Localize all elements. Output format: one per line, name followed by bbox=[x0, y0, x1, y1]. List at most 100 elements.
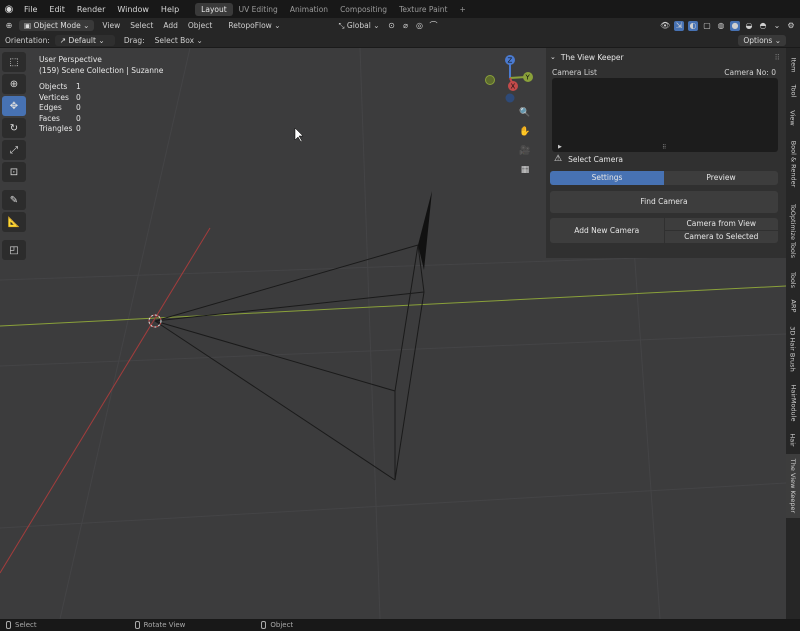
tab-preview[interactable]: Preview bbox=[664, 171, 778, 185]
gizmo-neg-y-axis[interactable] bbox=[485, 75, 495, 85]
zoom-icon[interactable]: 🔍 bbox=[517, 105, 533, 121]
menu-edit[interactable]: Edit bbox=[43, 5, 71, 14]
measure-tool-icon[interactable]: 📐 bbox=[2, 212, 26, 232]
top-menu-bar: ◉ File Edit Render Window Help Layout UV… bbox=[0, 0, 800, 18]
shading-material-icon[interactable]: ◒ bbox=[744, 21, 754, 31]
sidebar-tab-hair[interactable]: Hair bbox=[786, 430, 800, 450]
retopoflow-menu[interactable]: RetopoFlow ⌄ bbox=[223, 21, 285, 30]
stat-value: 0 bbox=[76, 92, 81, 102]
x-axis-line bbox=[0, 227, 211, 574]
rotate-tool-icon[interactable]: ↻ bbox=[2, 118, 26, 138]
retopoflow-label: RetopoFlow bbox=[228, 21, 272, 30]
sidebar-tab-label: Hair bbox=[788, 433, 797, 447]
annotate-tool-icon[interactable]: ✎ bbox=[2, 190, 26, 210]
sidebar-tab-tooptimize[interactable]: ToOptimize Tools bbox=[786, 198, 800, 264]
stat-value: 0 bbox=[76, 124, 81, 134]
add-cube-tool-icon[interactable]: ◰ bbox=[2, 240, 26, 260]
orientation-dropdown[interactable]: ↗ Default ⌄ bbox=[54, 34, 115, 46]
sidebar-tab-item[interactable]: Item bbox=[786, 54, 800, 76]
editor-settings-icon[interactable]: ⚙ bbox=[786, 21, 796, 31]
shading-options-icon[interactable]: ⌄ bbox=[772, 21, 782, 31]
camera-list[interactable]: ▶ ⠿ bbox=[552, 78, 778, 152]
transform-orientation-label: Global bbox=[346, 20, 371, 30]
viewport-header: ⊕ ▣ Object Mode ⌄ View Select Add Object… bbox=[0, 18, 800, 33]
add-new-camera-button[interactable]: Add New Camera bbox=[550, 218, 664, 243]
visibility-icon[interactable]: 👁 bbox=[660, 21, 670, 31]
sidebar-tab-bool-render[interactable]: Bool & Render bbox=[786, 136, 800, 192]
pivot-point-icon[interactable]: ⊙ bbox=[387, 21, 397, 31]
sidebar-tab-arp[interactable]: ARP bbox=[786, 296, 800, 316]
warning-text: Select Camera bbox=[568, 154, 624, 164]
sidebar-tab-label: Bool & Render bbox=[789, 140, 797, 188]
workspace-tab-layout[interactable]: Layout bbox=[195, 2, 233, 16]
add-workspace-button[interactable]: + bbox=[453, 3, 471, 16]
workspace-tab-uv-editing[interactable]: UV Editing bbox=[233, 3, 284, 16]
proportional-editing-icon[interactable]: ◎ bbox=[415, 21, 425, 31]
snap-icon[interactable]: ⌀ bbox=[401, 21, 411, 31]
camera-from-view-button[interactable]: Camera from View bbox=[664, 218, 778, 230]
sidebar-tab-tool[interactable]: Tool bbox=[786, 80, 800, 102]
xray-icon[interactable]: ▢ bbox=[702, 21, 712, 31]
shading-solid-icon[interactable]: ● bbox=[730, 20, 740, 31]
camera-wireframe bbox=[154, 244, 425, 481]
view-keeper-panel: ⌄ The View Keeper ⠿ Camera List Camera N… bbox=[546, 48, 786, 258]
scale-tool-icon[interactable]: ⤢ bbox=[2, 140, 26, 160]
workspace-tab-animation[interactable]: Animation bbox=[284, 3, 334, 16]
header-menu-object[interactable]: Object bbox=[183, 21, 217, 30]
tool-settings-bar: Orientation: ↗ Default ⌄ Drag: Select Bo… bbox=[0, 33, 800, 48]
gizmo-neg-z-axis[interactable] bbox=[505, 93, 515, 103]
header-menu-select[interactable]: Select bbox=[125, 21, 158, 30]
warning-icon: ⚠ bbox=[554, 154, 563, 164]
gizmo-toggle-icon[interactable]: ⇲ bbox=[674, 20, 684, 31]
tab-settings[interactable]: Settings bbox=[550, 171, 664, 185]
find-camera-button[interactable]: Find Camera bbox=[550, 191, 778, 213]
falloff-icon[interactable]: ⌒ bbox=[429, 21, 439, 31]
overlays-icon[interactable]: ◐ bbox=[688, 20, 698, 31]
transform-tool-icon[interactable]: ⊡ bbox=[2, 162, 26, 182]
menu-window[interactable]: Window bbox=[111, 5, 155, 14]
camera-view-icon[interactable]: 🎥 bbox=[517, 143, 533, 159]
navigation-gizmo[interactable]: Z Y X bbox=[480, 52, 540, 104]
list-resize-handle-icon[interactable]: ⠿ bbox=[662, 144, 666, 151]
sidebar-tab-3d-hair-brush[interactable]: 3D Hair Brush bbox=[786, 322, 800, 376]
workspace-tab-compositing[interactable]: Compositing bbox=[334, 3, 393, 16]
blender-logo-icon[interactable]: ◉ bbox=[0, 4, 18, 15]
mode-dropdown[interactable]: ▣ Object Mode ⌄ bbox=[19, 20, 95, 31]
shading-rendered-icon[interactable]: ◓ bbox=[758, 21, 768, 31]
select-box-tool-icon[interactable]: ⬚ bbox=[2, 52, 26, 72]
sidebar-tab-the-view-keeper[interactable]: The View Keeper bbox=[786, 454, 800, 518]
drag-dropdown[interactable]: Select Box ⌄ bbox=[150, 36, 208, 45]
options-dropdown[interactable]: Options ⌄ bbox=[738, 34, 786, 46]
shading-wireframe-icon[interactable]: ◍ bbox=[716, 21, 726, 31]
move-tool-icon[interactable]: ✥ bbox=[2, 96, 26, 116]
editor-type-icon[interactable]: ⊕ bbox=[4, 21, 14, 31]
sidebar-tab-label: Item bbox=[789, 57, 798, 73]
sidebar-tab-label: Tool bbox=[788, 84, 797, 98]
header-menu-add[interactable]: Add bbox=[158, 21, 183, 30]
panel-header[interactable]: ⌄ The View Keeper ⠿ bbox=[546, 48, 786, 66]
collection-label: (159) Scene Collection | Suzanne bbox=[39, 66, 164, 75]
chevron-down-icon[interactable]: ⌄ bbox=[550, 53, 556, 61]
perspective-toggle-icon[interactable]: ▦ bbox=[517, 162, 533, 178]
header-menu-view[interactable]: View bbox=[97, 21, 125, 30]
menu-file[interactable]: File bbox=[18, 5, 43, 14]
sidebar-tab-hairmodule[interactable]: HairModule bbox=[786, 380, 800, 426]
drag-label: Drag: bbox=[123, 35, 145, 45]
sidebar-tab-view[interactable]: View bbox=[786, 106, 800, 130]
drag-handle-icon[interactable]: ⠿ bbox=[775, 53, 781, 62]
camera-to-selected-button[interactable]: Camera to Selected bbox=[664, 231, 778, 243]
menu-render[interactable]: Render bbox=[71, 5, 111, 14]
list-expand-icon[interactable]: ▶ bbox=[558, 144, 562, 150]
cursor-tool-icon[interactable]: ⊕ bbox=[2, 74, 26, 94]
sidebar-tab-tools[interactable]: Tools bbox=[786, 268, 800, 292]
menu-help[interactable]: Help bbox=[155, 5, 185, 14]
status-bar: Select Rotate View Object bbox=[0, 619, 800, 631]
workspace-tab-texture-paint[interactable]: Texture Paint bbox=[393, 3, 453, 16]
mouse-right-icon bbox=[261, 621, 267, 629]
transform-orientation-dropdown[interactable]: ⤡ Global ⌄ bbox=[334, 21, 385, 31]
pan-hand-icon[interactable]: ✋ bbox=[517, 124, 533, 140]
camera-list-label: Camera List bbox=[552, 67, 597, 77]
mouse-pointer-icon bbox=[294, 127, 304, 143]
perspective-label: User Perspective bbox=[39, 55, 102, 64]
sidebar-tab-label: ARP bbox=[788, 299, 797, 313]
